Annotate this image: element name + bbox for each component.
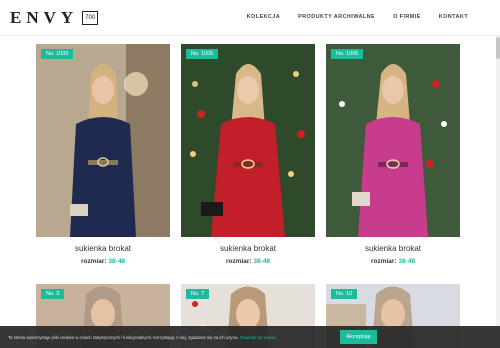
- site-header: ENVY 700 KOLEKCJA PRODUKTY ARCHIWALNE O …: [0, 0, 500, 36]
- product-photo[interactable]: No. 1005: [326, 44, 460, 237]
- nav-kontakt[interactable]: KONTAKT: [439, 14, 468, 20]
- product-badge: No. 10: [331, 289, 358, 299]
- logo-text: ENVY: [10, 8, 79, 27]
- size-label: rozmiar:: [370, 258, 397, 265]
- product-badge: No. 7: [186, 289, 210, 299]
- product-card[interactable]: No. 1009 sukienka brokat rozmiar: 38-48: [36, 44, 170, 265]
- logo[interactable]: ENVY 700: [10, 8, 99, 28]
- size-label: rozmiar:: [225, 258, 252, 265]
- product-badge: No. 1009: [41, 49, 74, 59]
- model-image: [36, 44, 170, 237]
- product-photo[interactable]: No. 1009: [36, 44, 170, 237]
- product-size: rozmiar: 38-48: [181, 258, 315, 265]
- product-title[interactable]: sukienka brokat: [181, 244, 315, 253]
- cookie-text: Ta strona wykorzystuje pliki cookies w c…: [8, 335, 277, 340]
- product-badge: No. 3: [41, 289, 65, 299]
- nav-kolekcja[interactable]: KOLEKCJA: [247, 14, 280, 20]
- scrollbar-track[interactable]: [496, 36, 500, 326]
- model-image: [181, 44, 315, 237]
- product-badge: No. 1006: [186, 49, 219, 59]
- accept-cookies-button[interactable]: Akceptuję: [340, 330, 377, 344]
- product-badge: No. 1005: [331, 49, 364, 59]
- size-value: 38-48: [108, 258, 126, 265]
- product-title[interactable]: sukienka brokat: [36, 244, 170, 253]
- product-card[interactable]: No. 1005 sukienka brokat rozmiar: 38-48: [326, 44, 460, 265]
- cookie-more-link[interactable]: Dowiedz się więcej.: [240, 335, 277, 340]
- nav-o-firmie[interactable]: O FIRMIE: [393, 14, 421, 20]
- product-photo[interactable]: No. 1006: [181, 44, 315, 237]
- cookie-message: Ta strona wykorzystuje pliki cookies w c…: [8, 334, 239, 340]
- size-value: 38-48: [253, 258, 271, 265]
- product-size: rozmiar: 38-48: [36, 258, 170, 265]
- cookie-banner: Ta strona wykorzystuje pliki cookies w c…: [0, 326, 500, 348]
- logo-badge: 700: [82, 11, 99, 25]
- scrollbar-thumb[interactable]: [496, 37, 500, 59]
- nav-produkty-archiwalne[interactable]: PRODUKTY ARCHIWALNE: [298, 14, 375, 20]
- size-value: 38-48: [398, 258, 416, 265]
- main-nav: KOLEKCJA PRODUKTY ARCHIWALNE O FIRMIE KO…: [247, 14, 468, 20]
- product-card[interactable]: No. 1006 sukienka brokat rozmiar: 38-48: [181, 44, 315, 265]
- product-size: rozmiar: 38-48: [326, 258, 460, 265]
- model-image: [326, 44, 460, 237]
- size-label: rozmiar:: [80, 258, 107, 265]
- product-title[interactable]: sukienka brokat: [326, 244, 460, 253]
